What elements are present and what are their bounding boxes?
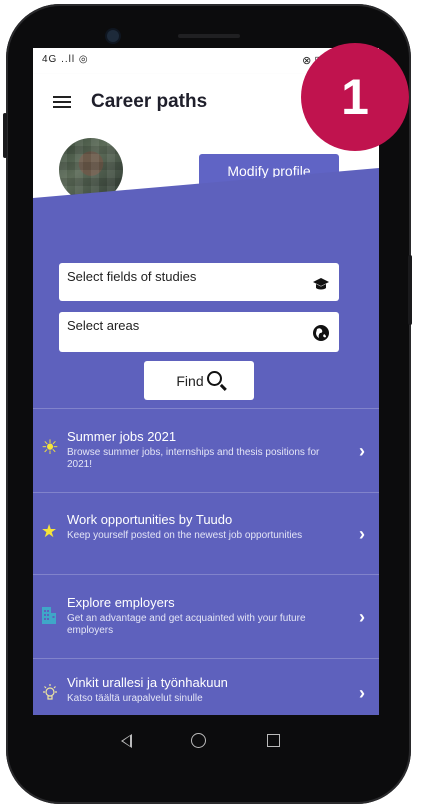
front-camera xyxy=(107,30,119,42)
search-icon xyxy=(206,371,222,386)
lightbulb-icon xyxy=(41,683,59,709)
chevron-right-icon: › xyxy=(359,524,365,544)
list-item-explore-employers[interactable]: Explore employers Get an advantage and g… xyxy=(33,574,379,659)
list-item-work-opportunities[interactable]: ★ Work opportunities by Tuudo Keep yours… xyxy=(33,492,379,575)
android-nav-bar xyxy=(33,715,379,769)
app-screen: 4G ..ll ◎ ⊗ ◫ 72 % ▬ Career paths Modify… xyxy=(33,48,379,732)
power-button xyxy=(408,255,412,325)
list-item-summer-jobs[interactable]: ☀ Summer jobs 2021 Browse summer jobs, i… xyxy=(33,408,379,493)
back-icon[interactable] xyxy=(121,734,132,748)
areas-select[interactable]: Select areas xyxy=(59,312,339,352)
earpiece-speaker xyxy=(178,34,240,38)
home-icon[interactable] xyxy=(191,733,206,748)
find-button[interactable]: Find xyxy=(144,361,254,400)
find-label: Find xyxy=(176,372,204,389)
recent-apps-icon[interactable] xyxy=(267,734,280,747)
item-title: Summer jobs 2021 xyxy=(67,429,177,444)
item-description: Katso täältä urapalvelut sinulle xyxy=(67,693,203,704)
signal-indicators: 4G ..ll ◎ xyxy=(42,54,89,65)
chevron-right-icon: › xyxy=(359,683,365,703)
item-description: Get an advantage and get acquainted with… xyxy=(67,613,306,636)
item-description: Keep yourself posted on the newest job o… xyxy=(67,530,303,541)
star-icon: ★ xyxy=(41,521,58,541)
item-title: Vinkit urallesi ja työnhakuun xyxy=(67,675,228,690)
chevron-right-icon: › xyxy=(359,441,365,461)
fields-select-label: Select fields of studies xyxy=(67,269,197,284)
sun-icon: ☀ xyxy=(41,437,59,459)
graduation-cap-icon xyxy=(312,277,330,296)
page-title: Career paths xyxy=(91,91,208,112)
item-title: Explore employers xyxy=(67,595,175,610)
areas-select-label: Select areas xyxy=(67,318,140,333)
volume-button xyxy=(3,113,7,158)
slanted-divider xyxy=(33,168,379,198)
fields-of-study-select[interactable]: Select fields of studies xyxy=(59,263,339,301)
chevron-right-icon: › xyxy=(359,607,365,627)
globe-icon xyxy=(312,324,330,347)
item-title: Work opportunities by Tuudo xyxy=(67,512,233,527)
building-icon xyxy=(41,605,57,631)
step-number-badge: 1 xyxy=(301,43,409,151)
hamburger-menu-icon[interactable] xyxy=(53,96,71,108)
item-description: Browse summer jobs, internships and thes… xyxy=(67,447,320,470)
